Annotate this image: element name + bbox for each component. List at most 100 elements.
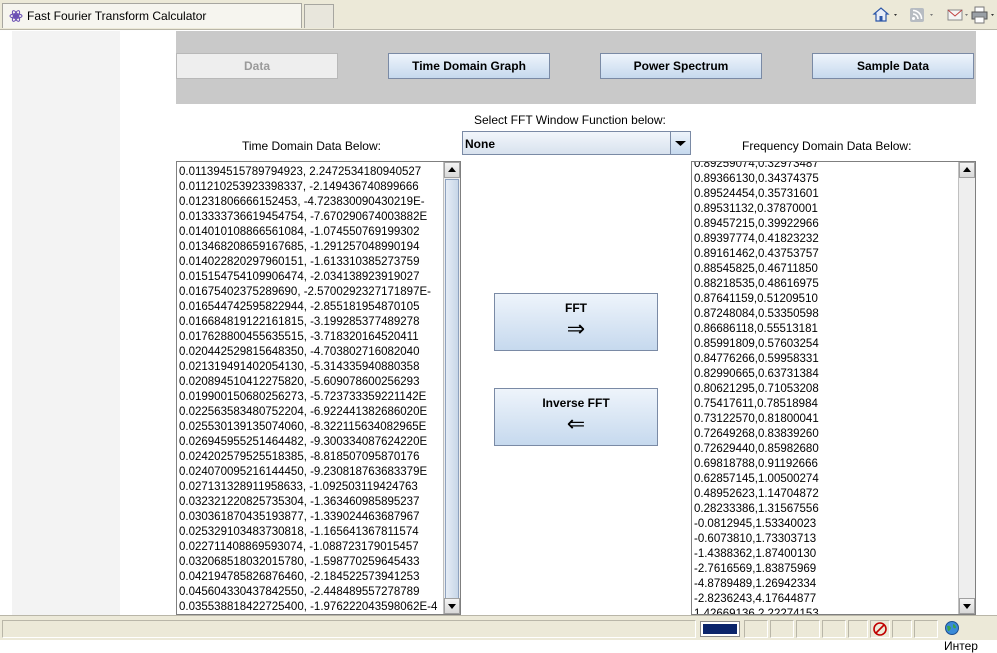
time-domain-label: Time Domain Data Below: (242, 139, 381, 153)
list-item: 0.016544742595822944, -2.855181954870105 (179, 301, 420, 313)
list-item: 0.011394515789794923, 2.2472534180940527 (179, 166, 422, 178)
browser-tab-title: Fast Fourier Transform Calculator (27, 9, 207, 23)
list-item: 0.62857145,1.00500274 (694, 473, 819, 485)
list-item: 0.027131328911958633, -1.092503119424763 (179, 481, 418, 493)
list-item: 0.020442529815648350, -4.703802716082040 (179, 346, 420, 358)
status-cell (914, 620, 938, 638)
list-item: 0.87641159,0.51209510 (694, 293, 818, 305)
browser-tab[interactable]: Fast Fourier Transform Calculator (2, 3, 302, 28)
list-item: 0.022563583480752204, -6.922441382686020… (179, 406, 428, 418)
list-item: 0.01675402375289690, -2.5700292327171897… (179, 286, 431, 298)
list-item: 0.86686118,0.55513181 (694, 323, 818, 335)
security-zone-label: Интер (944, 639, 978, 653)
data-tab-button[interactable]: Data (176, 53, 338, 79)
status-cell (744, 620, 768, 638)
list-item: 0.72649268,0.83839260 (694, 428, 819, 440)
list-item: 0.01231806666152453, -4.723830090430219E… (179, 196, 425, 208)
window-function-label: Select FFT Window Function below: (474, 113, 666, 127)
list-item: 0.042194785826876460, -2.184522573941253 (179, 571, 420, 583)
mail-icon[interactable] (946, 5, 970, 25)
window-function-value: None (465, 137, 495, 151)
globe-icon (944, 620, 960, 639)
list-item: -2.8236243,4.17644877 (694, 593, 817, 605)
window-function-select[interactable]: None (462, 131, 691, 155)
list-item: 1.42669136,2.22274153 (694, 608, 819, 615)
list-item: 0.73122570,0.81800041 (694, 413, 819, 425)
list-item: 0.88218535,0.48616975 (694, 278, 819, 290)
security-zone[interactable]: Интер (944, 620, 997, 653)
chevron-down-icon[interactable] (670, 132, 690, 154)
status-cell (770, 620, 794, 638)
list-item: 0.89161462,0.43753757 (694, 248, 819, 260)
list-item: 0.024202579525518385, -8.818507095870176 (179, 451, 420, 463)
list-item: 0.89397774,0.41823232 (694, 233, 819, 245)
list-item: 0.030361870435193877, -1.339024463687967 (179, 511, 420, 523)
list-item: 0.045604330437842550, -2.448489557278789 (179, 586, 420, 598)
time-domain-rows: 0.011394515789794923, 2.2472534180940527… (179, 165, 442, 614)
scroll-thumb[interactable] (445, 179, 459, 599)
status-progress-bar (700, 621, 740, 637)
list-item: 0.022711408869593074, -1.088723179015457 (179, 541, 419, 553)
new-tab-button[interactable] (304, 4, 334, 28)
list-item: 0.025530139135074060, -8.322115634082965… (179, 421, 427, 433)
applet-icon (9, 9, 23, 23)
list-item: 0.014010108866561084, -1.074550769199302 (179, 226, 420, 238)
fft-button[interactable]: FFT ⇒ (494, 293, 658, 351)
list-item: 0.89457215,0.39922966 (694, 218, 819, 230)
status-cell (848, 620, 868, 638)
scroll-up-icon[interactable] (959, 162, 975, 178)
list-item: 0.87248084,0.53350598 (694, 308, 819, 320)
list-item: 0.013468208659167685, -1.291257048990194 (179, 241, 420, 253)
list-item: 0.89531132,0.37870001 (694, 203, 818, 215)
scroll-down-icon[interactable] (444, 598, 460, 614)
home-icon[interactable] (872, 5, 900, 25)
list-item: 0.89524454,0.35731601 (694, 188, 819, 200)
fft-button-label: FFT (565, 301, 587, 315)
arrow-left-icon: ⇐ (566, 412, 586, 437)
list-item: 0.88545825,0.46711850 (694, 263, 818, 275)
list-item: 0.89366130,0.34374375 (694, 173, 819, 185)
list-item: -2.7616569,1.83875969 (694, 563, 817, 575)
list-item: 0.015154754109906474, -2.034138923919027 (179, 271, 420, 283)
list-item: -0.0812945,1.53340023 (694, 518, 817, 530)
list-item: 0.032321220825735304, -1.363460985895237 (179, 496, 420, 508)
list-item: 0.28233386,1.31567556 (694, 503, 819, 515)
list-item: 0.011210253923398337, -2.149436740899666 (179, 181, 419, 193)
time-domain-scrollbar[interactable] (443, 162, 460, 614)
list-item: 0.69818788,0.91192666 (694, 458, 818, 470)
scroll-up-icon[interactable] (444, 162, 460, 178)
list-item: -4.8789489,1.26942334 (694, 578, 817, 590)
list-item: 0.82990665,0.63731384 (694, 368, 819, 380)
list-item: 0.72629440,0.85982680 (694, 443, 819, 455)
time-domain-textarea[interactable]: 0.011394515789794923, 2.2472534180940527… (176, 161, 461, 615)
scroll-down-icon[interactable] (959, 598, 975, 614)
list-item: 0.026945955251464482, -9.300334087624220… (179, 436, 428, 448)
left-side-panel (12, 31, 120, 615)
inverse-fft-button-label: Inverse FFT (542, 396, 610, 410)
status-text-cell (2, 620, 696, 638)
list-item: 0.85991809,0.57603254 (694, 338, 819, 350)
status-cell (822, 620, 846, 638)
list-item: 0.035538818422725400, -1.976222043598062… (179, 601, 438, 613)
list-item: 0.84776266,0.59958331 (694, 353, 819, 365)
list-item: 0.017628800455635515, -3.718320164520411 (179, 331, 419, 343)
frequency-domain-textarea[interactable]: 0.89259074,0.32973487 0.89366130,0.343743… (691, 161, 976, 615)
sample-data-button[interactable]: Sample Data (812, 53, 974, 79)
inverse-fft-button[interactable]: Inverse FFT ⇐ (494, 388, 658, 446)
list-item: 0.024070095216144450, -9.230818763683379… (179, 466, 428, 478)
arrow-right-icon: ⇒ (566, 317, 586, 342)
time-domain-graph-button[interactable]: Time Domain Graph (388, 53, 550, 79)
print-icon[interactable] (970, 5, 997, 25)
list-item: -0.6073810,1.73303713 (694, 533, 817, 545)
browser-status-bar: Интер (0, 615, 997, 653)
frequency-domain-rows: 0.89259074,0.32973487 0.89366130,0.343743… (694, 162, 957, 615)
list-item: 0.019900150680256273, -5.723733359221142… (179, 391, 427, 403)
list-item: 0.75417611,0.78518984 (694, 398, 818, 410)
power-spectrum-button[interactable]: Power Spectrum (600, 53, 762, 79)
popup-blocker-icon[interactable] (870, 620, 890, 638)
list-item: 0.025329103483730818, -1.165641367811574 (179, 526, 419, 538)
frequency-domain-scrollbar[interactable] (958, 162, 975, 614)
rss-icon[interactable] (908, 5, 936, 25)
list-item: 0.013333736619454754, -7.670290674003882… (179, 211, 428, 223)
list-item: 0.014022820297960151, -1.613310385273759 (179, 256, 420, 268)
